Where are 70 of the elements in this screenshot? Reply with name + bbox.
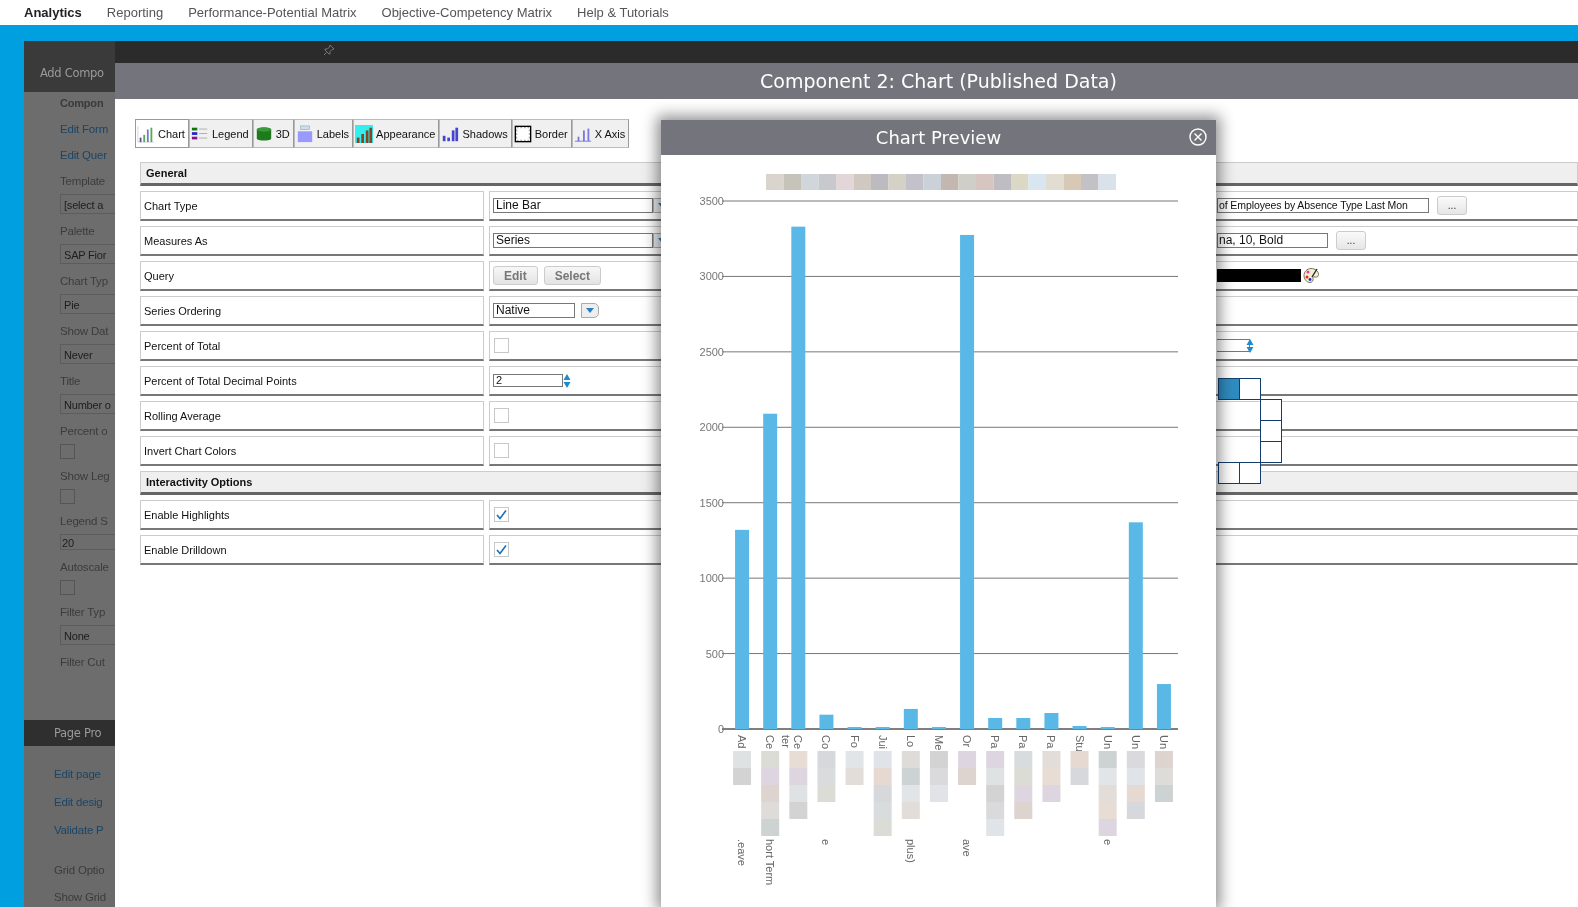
panel-title: Page Pro bbox=[54, 726, 102, 740]
text-field[interactable]: of Employees by Absence Type Last Mon bbox=[1217, 198, 1429, 213]
category-label: Jui bbox=[876, 735, 889, 750]
tab[interactable]: Appearance bbox=[353, 119, 440, 148]
category-label: Me bbox=[932, 735, 945, 751]
tab[interactable]: Chart bbox=[135, 119, 189, 148]
axis-tick-label: 500 bbox=[705, 647, 724, 660]
row-label: Invert Chart Colors bbox=[144, 444, 237, 457]
category-label: Pa bbox=[1045, 735, 1058, 749]
row-label: Enable Drilldown bbox=[144, 543, 227, 556]
section-title: Interactivity Options bbox=[146, 476, 253, 488]
category-label: Pa bbox=[1017, 735, 1030, 749]
category-label: Un bbox=[1157, 735, 1170, 750]
row-label: Query bbox=[144, 269, 174, 282]
row-label: Rolling Average bbox=[144, 409, 221, 422]
preview-title: Chart Preview bbox=[875, 127, 1002, 148]
nav-link[interactable]: Objective-Competency Matrix bbox=[381, 5, 553, 20]
axis-tick-label: 0 bbox=[717, 723, 724, 735]
category-label: Fo bbox=[848, 735, 861, 748]
number-field[interactable]: 2 bbox=[493, 374, 563, 387]
category-label: Un bbox=[1129, 735, 1142, 750]
category-label: Or bbox=[961, 735, 974, 748]
tab[interactable]: Shadows bbox=[439, 119, 512, 148]
category-label: ave bbox=[961, 839, 974, 857]
select-field[interactable]: Series bbox=[493, 233, 653, 248]
category-label: Ce bbox=[764, 735, 777, 750]
tab[interactable]: 3D bbox=[252, 119, 294, 148]
category-label: Co bbox=[820, 735, 833, 750]
nav-link[interactable]: Performance-Potential Matrix bbox=[188, 5, 357, 20]
row-label: Percent of Total Decimal Points bbox=[144, 374, 297, 387]
row-label: Measures As bbox=[144, 234, 208, 247]
row-label: Chart Type bbox=[144, 199, 198, 212]
axis-tick-label: 2000 bbox=[699, 421, 724, 434]
browse-button[interactable]: ... bbox=[1437, 196, 1467, 215]
panel-title: Add Compo bbox=[40, 65, 104, 80]
nav-link[interactable]: Analytics bbox=[24, 5, 82, 20]
tab[interactable]: X Axis bbox=[571, 119, 630, 148]
query-button[interactable]: Edit bbox=[493, 266, 538, 285]
axis-tick-label: 3000 bbox=[699, 270, 724, 283]
select-field[interactable]: Line Bar bbox=[493, 198, 653, 213]
browse-button[interactable]: ... bbox=[1336, 231, 1366, 250]
axis-tick-label: 2500 bbox=[699, 345, 724, 358]
tab[interactable]: Labels bbox=[293, 119, 354, 148]
text-field[interactable]: na, 10, Bold bbox=[1217, 233, 1328, 248]
category-label: plus) bbox=[904, 839, 917, 863]
category-label: Lo bbox=[904, 735, 917, 748]
category-label: .eave bbox=[736, 839, 749, 866]
axis-tick-label: 3500 bbox=[699, 195, 724, 207]
tab[interactable]: Border bbox=[511, 119, 572, 148]
category-label: hort Term bbox=[764, 839, 777, 886]
select-field[interactable]: Native bbox=[493, 303, 575, 318]
nav-link[interactable]: Reporting bbox=[106, 5, 164, 20]
category-label: Ad bbox=[736, 735, 749, 749]
section-title: General bbox=[146, 167, 187, 179]
category-label: e bbox=[1101, 839, 1114, 846]
axis-tick-label: 1500 bbox=[699, 496, 724, 509]
category-label: Stu bbox=[1073, 735, 1086, 752]
row-label: Enable Highlights bbox=[144, 508, 230, 521]
nav-link[interactable]: Help & Tutorials bbox=[577, 5, 669, 20]
dialog-title: Component 2: Chart (Published Data) bbox=[760, 70, 1117, 92]
category-label: ter bbox=[780, 735, 793, 748]
category-label: Ce bbox=[792, 735, 805, 750]
category-label: Pa bbox=[989, 735, 1002, 749]
category-label: Un bbox=[1101, 735, 1114, 750]
category-label: e bbox=[820, 839, 833, 846]
row-label: Percent of Total bbox=[144, 339, 221, 352]
query-button[interactable]: Select bbox=[543, 266, 602, 285]
tab[interactable]: Legend bbox=[188, 119, 253, 148]
row-label: Series Ordering bbox=[144, 304, 222, 317]
axis-tick-label: 1000 bbox=[699, 572, 724, 585]
